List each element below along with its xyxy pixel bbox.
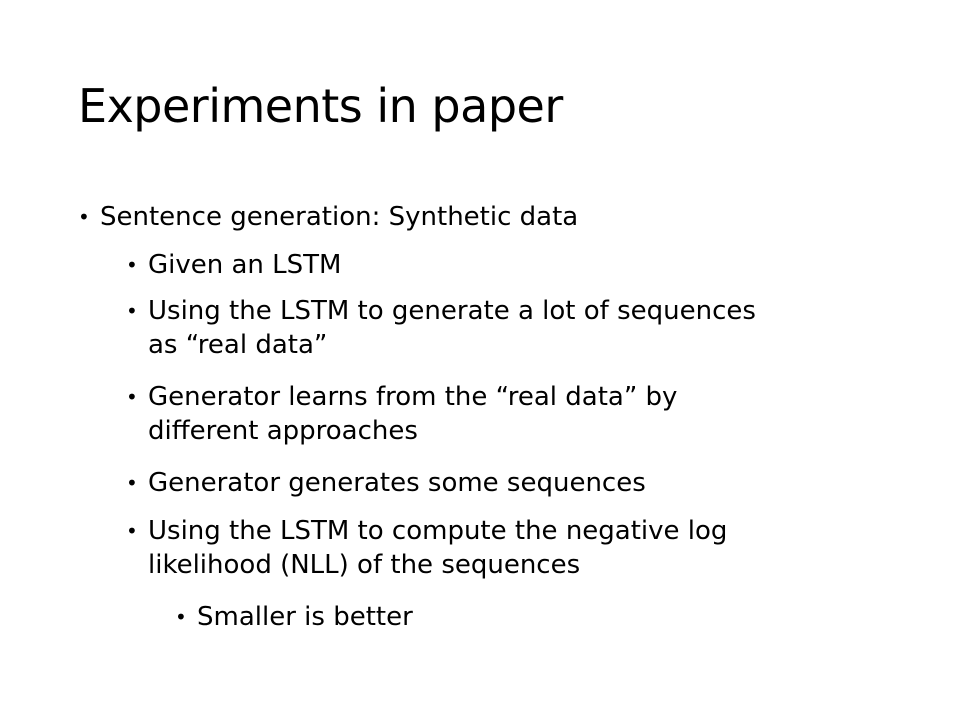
bullet-list: • Sentence generation: Synthetic data • … — [0, 0, 960, 720]
bullet-dot-icon: • — [175, 605, 187, 629]
bullet-level2-compute-nll: • Using the LSTM to compute the negative… — [126, 514, 728, 582]
bullet-level2-using-lstm-generate: • Using the LSTM to generate a lot of se… — [126, 294, 756, 362]
bullet-dot-icon: • — [126, 385, 138, 409]
bullet-dot-icon: • — [126, 253, 138, 277]
bullet-text: Generator generates some sequences — [148, 468, 646, 498]
bullet-level2-generator-generates: • Generator generates some sequences — [126, 466, 646, 500]
bullet-text-line2: likelihood (NLL) of the sequences — [148, 550, 581, 580]
bullet-level1-sentence-generation: • Sentence generation: Synthetic data — [78, 200, 579, 234]
bullet-dot-icon: • — [126, 299, 138, 323]
bullet-text: Given an LSTM — [148, 250, 342, 280]
bullet-text: Smaller is better — [197, 602, 413, 632]
bullet-text-line1: Using the LSTM to compute the negative l… — [148, 516, 728, 546]
bullet-dot-icon: • — [126, 519, 138, 543]
slide: Experiments in paper • Sentence generati… — [0, 0, 960, 720]
bullet-text-line1: Using the LSTM to generate a lot of sequ… — [148, 296, 756, 326]
bullet-text: Sentence generation: Synthetic data — [100, 202, 579, 232]
bullet-dot-icon: • — [126, 471, 138, 495]
bullet-text-line1: Generator learns from the “real data” by — [148, 382, 678, 412]
bullet-level3-smaller-better: • Smaller is better — [175, 600, 413, 634]
bullet-text-line2: different approaches — [148, 416, 418, 446]
bullet-dot-icon: • — [78, 205, 90, 229]
bullet-level2-given-lstm: • Given an LSTM — [126, 248, 342, 282]
bullet-level2-generator-learns: • Generator learns from the “real data” … — [126, 380, 678, 448]
bullet-text-line2: as “real data” — [148, 330, 328, 360]
